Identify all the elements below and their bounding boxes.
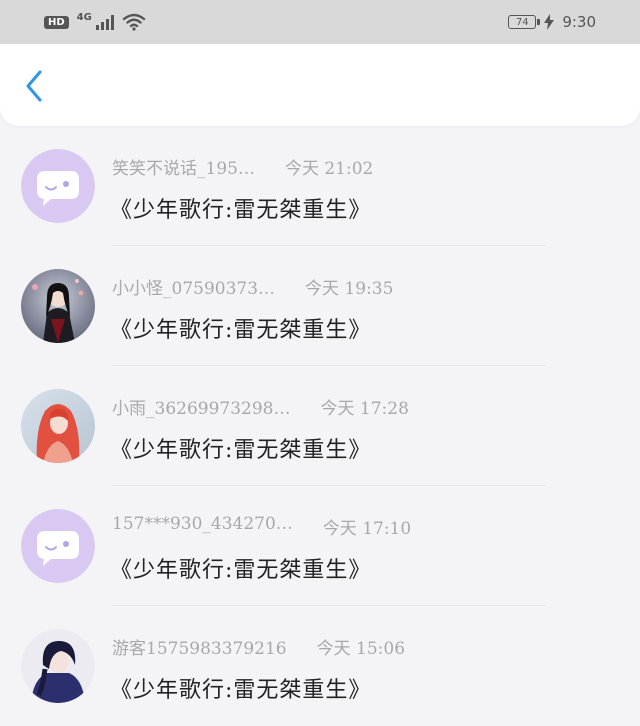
message-time: 今天 19:35 <box>305 279 394 299</box>
message-time: 今天 17:10 <box>322 519 412 539</box>
status-left: HD 4G <box>44 11 146 31</box>
charging-icon <box>544 14 555 30</box>
message-text: 《少年歌行:雷无桀重生》 <box>110 198 372 223</box>
default-chat-icon <box>21 509 95 583</box>
hd-badge: HD <box>44 15 69 29</box>
message-text: 《少年歌行:雷无桀重生》 <box>110 318 372 343</box>
meta-row: 157***930_434270… 今天 17:10 <box>112 514 411 539</box>
message-time: 今天 15:06 <box>316 639 406 659</box>
chevron-left-icon <box>26 70 42 102</box>
sender-name: 157***930_434270… <box>112 514 293 534</box>
status-bar: HD 4G 74 9:30 <box>0 0 640 44</box>
meta-row: 游客1575983379216 今天 15:06 <box>112 634 405 659</box>
red-haired-girl-avatar <box>21 389 95 463</box>
sender-name: 小雨_36269973298… <box>112 399 291 419</box>
battery-icon: 74 <box>508 15 541 29</box>
avatar[interactable] <box>21 389 95 463</box>
list-item[interactable]: 157***930_434270… 今天 17:10 《少年歌行:雷无桀重生》 <box>0 486 640 606</box>
clock: 9:30 <box>562 13 596 31</box>
avatar[interactable] <box>21 629 95 703</box>
status-right: 74 9:30 <box>508 13 596 31</box>
blue-haired-figure-avatar <box>21 629 95 703</box>
wifi-icon <box>122 13 146 31</box>
meta-row: 小雨_36269973298… 今天 17:28 <box>112 394 409 419</box>
network-type: 4G <box>76 11 92 23</box>
signal-icon <box>95 14 114 30</box>
message-text: 《少年歌行:雷无桀重生》 <box>110 678 372 703</box>
list-item[interactable]: 游客1575983379216 今天 15:06 《少年歌行:雷无桀重生》 <box>0 606 640 726</box>
sender-name: 小小怪_07590373… <box>112 279 276 299</box>
sender-name: 游客1575983379216 <box>112 639 287 659</box>
message-list: 笑笑不说话_195… 今天 21:02 《少年歌行:雷无桀重生》 小小怪_075… <box>0 126 640 726</box>
list-item[interactable]: 笑笑不说话_195… 今天 21:02 《少年歌行:雷无桀重生》 <box>0 126 640 246</box>
list-item[interactable]: 小小怪_07590373… 今天 19:35 《少年歌行:雷无桀重生》 <box>0 246 640 366</box>
sender-name: 笑笑不说话_195… <box>112 159 255 179</box>
avatar[interactable] <box>21 509 95 583</box>
message-time: 今天 21:02 <box>284 159 374 179</box>
message-text: 《少年歌行:雷无桀重生》 <box>110 558 372 583</box>
header-bar <box>0 44 640 126</box>
default-chat-icon <box>21 149 95 223</box>
avatar[interactable] <box>21 269 95 343</box>
dark-robed-figure-avatar <box>21 269 95 343</box>
meta-row: 小小怪_07590373… 今天 19:35 <box>112 274 393 299</box>
back-button[interactable] <box>16 68 52 104</box>
message-text: 《少年歌行:雷无桀重生》 <box>110 438 372 463</box>
meta-row: 笑笑不说话_195… 今天 21:02 <box>112 154 373 179</box>
message-time: 今天 17:28 <box>320 399 409 419</box>
avatar[interactable] <box>21 149 95 223</box>
list-item[interactable]: 小雨_36269973298… 今天 17:28 《少年歌行:雷无桀重生》 <box>0 366 640 486</box>
